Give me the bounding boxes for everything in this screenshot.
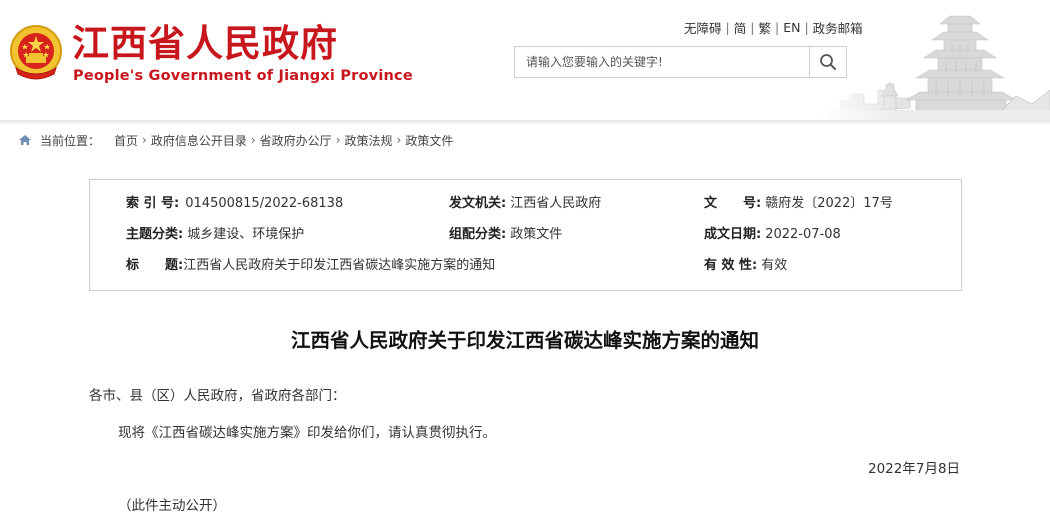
- site-header: 江西省人民政府 People's Government of Jiangxi P…: [0, 0, 1050, 120]
- date-field: 成文日期: 2022-07-08: [704, 225, 841, 245]
- category-value: 政策文件: [510, 227, 563, 242]
- metadata-row: 标 题: 江西省人民政府关于印发江西省碳达峰实施方案的通知 有 效 性: 有效: [90, 256, 961, 276]
- divider: |: [725, 19, 730, 35]
- search-box: [514, 46, 847, 78]
- article-title: 江西省人民政府关于印发江西省碳达峰实施方案的通知: [290, 329, 759, 352]
- topic-field: 主题分类: 城乡建设、环境保护: [126, 225, 304, 245]
- breadcrumb: 当前位置： 首页 › 政府信息公开目录 › 省政府办公厅 › 政策法规 › 政策…: [18, 131, 453, 149]
- search-input[interactable]: [515, 47, 809, 77]
- index-number-field: 索 引 号: 014500815/2022-68138: [126, 194, 343, 214]
- breadcrumb-info-disclosure[interactable]: 政府信息公开目录: [151, 132, 247, 149]
- validity-value: 有效: [761, 258, 788, 273]
- issuer-value: 江西省人民政府: [510, 196, 602, 211]
- search-icon: [820, 54, 836, 70]
- validity-label: 有 效 性:: [704, 258, 758, 273]
- breadcrumb-policies[interactable]: 政策法规: [345, 132, 393, 149]
- simplified-chinese-link[interactable]: 简: [734, 18, 747, 37]
- government-mail-link[interactable]: 政务邮箱: [813, 18, 863, 37]
- english-link[interactable]: EN: [783, 20, 800, 35]
- site-title[interactable]: 江西省人民政府: [72, 22, 338, 66]
- index-number-label: 索 引 号:: [126, 196, 180, 211]
- validity-field: 有 效 性: 有效: [704, 256, 787, 276]
- chevron-right-icon: ›: [335, 133, 341, 147]
- document-number-label: 文 号:: [704, 196, 762, 211]
- document-number-value: 赣府发〔2022〕17号: [765, 196, 893, 211]
- topic-value: 城乡建设、环境保护: [187, 227, 305, 242]
- topic-label: 主题分类:: [126, 227, 184, 242]
- top-links: 无障碍 | 简 | 繁 | EN | 政务邮箱: [684, 18, 863, 36]
- breadcrumb-home[interactable]: 首页: [114, 132, 138, 149]
- accessibility-link[interactable]: 无障碍: [684, 18, 722, 37]
- metadata-row: 索 引 号: 014500815/2022-68138 发文机关: 江西省人民政…: [90, 194, 961, 214]
- breadcrumb-policy-documents[interactable]: 政策文件: [405, 132, 453, 149]
- search-button[interactable]: [809, 47, 846, 77]
- article-body: 现将《江西省碳达峰实施方案》印发给你们，请认真贯彻执行。: [118, 425, 496, 441]
- header-divider: [0, 120, 1050, 124]
- document-metadata-box: 索 引 号: 014500815/2022-68138 发文机关: 江西省人民政…: [89, 179, 962, 291]
- date-label: 成文日期:: [704, 227, 762, 242]
- chevron-right-icon: ›: [142, 133, 147, 147]
- category-label: 组配分类:: [449, 227, 507, 242]
- article-date: 2022年7月8日: [868, 461, 961, 477]
- title-field: 标 题: 江西省人民政府关于印发江西省碳达峰实施方案的通知: [126, 256, 495, 276]
- traditional-chinese-link[interactable]: 繁: [758, 18, 771, 37]
- metadata-row: 主题分类: 城乡建设、环境保护 组配分类: 政策文件 成文日期: 2022-07…: [90, 225, 961, 245]
- home-icon: [19, 135, 31, 145]
- site-subtitle[interactable]: People's Government of Jiangxi Province: [73, 67, 413, 85]
- issuer-field: 发文机关: 江西省人民政府: [449, 194, 601, 214]
- category-field: 组配分类: 政策文件: [449, 225, 562, 245]
- divider: |: [804, 19, 809, 35]
- document-number-field: 文 号: 赣府发〔2022〕17号: [704, 194, 893, 214]
- chevron-right-icon: ›: [396, 133, 402, 147]
- divider: |: [774, 19, 780, 35]
- article-salutation: 各市、县（区）人民政府，省政府各部门：: [89, 388, 346, 404]
- location-label: 当前位置：: [40, 133, 101, 148]
- national-emblem-icon: [10, 25, 62, 80]
- date-value: 2022-07-08: [765, 227, 841, 242]
- title-value: 江西省人民政府关于印发江西省碳达峰实施方案的通知: [183, 258, 496, 273]
- divider: |: [750, 19, 755, 35]
- chevron-right-icon: ›: [250, 133, 256, 147]
- breadcrumb-general-office[interactable]: 省政府办公厅: [260, 132, 332, 149]
- issuer-label: 发文机关:: [449, 196, 507, 211]
- index-number-value: 014500815/2022-68138: [185, 196, 344, 211]
- article-note: （此件主动公开）: [118, 498, 226, 514]
- title-label: 标 题:: [126, 258, 184, 273]
